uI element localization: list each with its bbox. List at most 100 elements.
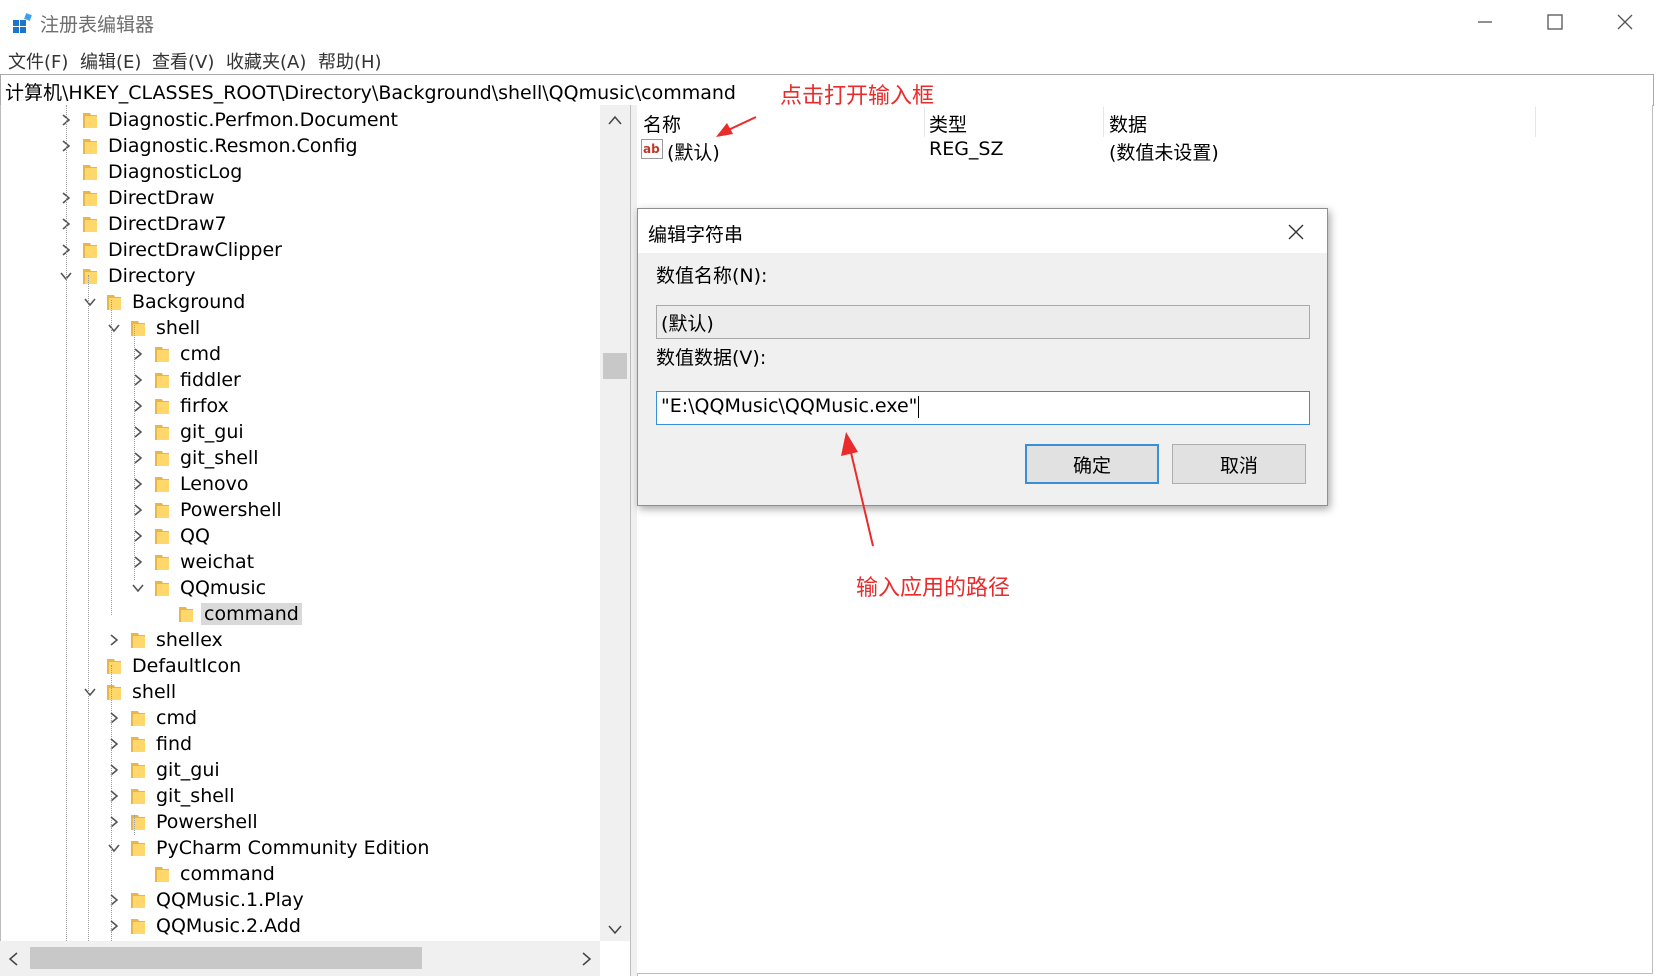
expander[interactable] bbox=[129, 501, 147, 519]
chevron-right-icon[interactable] bbox=[107, 737, 121, 751]
expander[interactable] bbox=[105, 319, 123, 337]
tree-item[interactable]: cmd bbox=[129, 341, 224, 367]
menu-edit[interactable]: 编辑(E) bbox=[80, 48, 141, 74]
tree-item[interactable]: DiagnosticLog bbox=[57, 159, 245, 185]
key-tree[interactable]: Diagnostic.Perfmon.Document Diagnostic.Re… bbox=[0, 105, 631, 976]
chevron-down-icon[interactable] bbox=[107, 841, 121, 855]
chevron-down-icon[interactable] bbox=[107, 321, 121, 335]
menu-help[interactable]: 帮助(H) bbox=[318, 48, 382, 74]
ok-button[interactable]: 确定 bbox=[1025, 444, 1159, 484]
tree-item[interactable]: Background bbox=[81, 289, 248, 315]
close-button[interactable] bbox=[1590, 0, 1660, 44]
expander[interactable] bbox=[105, 709, 123, 727]
tree-item[interactable]: cmd bbox=[105, 705, 200, 731]
tree-item[interactable]: DirectDrawClipper bbox=[57, 237, 285, 263]
expander[interactable] bbox=[129, 345, 147, 363]
chevron-right-icon[interactable] bbox=[107, 815, 121, 829]
expander[interactable] bbox=[129, 449, 147, 467]
chevron-right-icon[interactable] bbox=[107, 711, 121, 725]
tree-vertical-scroll-thumb[interactable] bbox=[603, 353, 627, 379]
menu-view[interactable]: 查看(V) bbox=[152, 48, 214, 74]
scroll-left-icon[interactable] bbox=[8, 952, 18, 966]
expander[interactable] bbox=[81, 683, 99, 701]
tree-item[interactable]: QQMusic.2.Add bbox=[105, 913, 304, 939]
column-header-name[interactable]: 名称 bbox=[643, 110, 681, 137]
cancel-button[interactable]: 取消 bbox=[1172, 444, 1306, 484]
tree-item-label: DiagnosticLog bbox=[108, 161, 243, 183]
tree-item[interactable]: shell bbox=[105, 315, 203, 341]
scroll-down-icon[interactable] bbox=[608, 925, 622, 935]
chevron-down-icon[interactable] bbox=[131, 581, 145, 595]
tree-item[interactable]: Diagnostic.Perfmon.Document bbox=[57, 107, 401, 133]
menu-file[interactable]: 文件(F) bbox=[8, 48, 68, 74]
tree-item[interactable]: QQ bbox=[129, 523, 213, 549]
tree-horizontal-scrollbar[interactable] bbox=[0, 941, 600, 976]
expander[interactable] bbox=[105, 787, 123, 805]
maximize-button[interactable] bbox=[1520, 0, 1590, 44]
chevron-right-icon[interactable] bbox=[107, 763, 121, 777]
tree-item[interactable]: Powershell bbox=[129, 497, 285, 523]
chevron-right-icon[interactable] bbox=[107, 919, 121, 933]
tree-item[interactable]: shell bbox=[81, 679, 179, 705]
dialog-close-button[interactable] bbox=[1283, 219, 1309, 245]
tree-item[interactable]: firfox bbox=[129, 393, 232, 419]
tree-horizontal-scroll-thumb[interactable] bbox=[30, 947, 422, 969]
tree-item[interactable]: Directory bbox=[57, 263, 199, 289]
tree-item[interactable]: command bbox=[153, 601, 302, 627]
expander[interactable] bbox=[105, 631, 123, 649]
column-divider[interactable] bbox=[1103, 107, 1104, 137]
tree-item-label: DirectDraw7 bbox=[108, 213, 227, 235]
scroll-right-icon[interactable] bbox=[582, 952, 592, 966]
tree-item[interactable]: weichat bbox=[129, 549, 257, 575]
value-data-input[interactable]: "E:\QQMusic\QQMusic.exe" bbox=[656, 391, 1310, 425]
expander[interactable] bbox=[105, 891, 123, 909]
expander[interactable] bbox=[129, 423, 147, 441]
tree-vertical-scrollbar[interactable] bbox=[600, 105, 630, 941]
chevron-right-icon[interactable] bbox=[107, 633, 121, 647]
chevron-right-icon[interactable] bbox=[107, 893, 121, 907]
chevron-down-icon[interactable] bbox=[83, 295, 97, 309]
tree-item[interactable]: fiddler bbox=[129, 367, 244, 393]
menu-favorites[interactable]: 收藏夹(A) bbox=[226, 48, 306, 74]
dialog-title-bar: 编辑字符串 bbox=[638, 209, 1327, 253]
expander[interactable] bbox=[129, 553, 147, 571]
expander[interactable] bbox=[129, 579, 147, 597]
chevron-down-icon[interactable] bbox=[83, 685, 97, 699]
tree-item[interactable]: command bbox=[129, 861, 278, 887]
expander[interactable] bbox=[105, 735, 123, 753]
expander[interactable] bbox=[105, 761, 123, 779]
minimize-button[interactable] bbox=[1450, 0, 1520, 44]
tree-item[interactable]: Diagnostic.Resmon.Config bbox=[57, 133, 361, 159]
expander[interactable] bbox=[105, 813, 123, 831]
tree-item[interactable]: QQMusic.1.Play bbox=[105, 887, 307, 913]
expander[interactable] bbox=[129, 527, 147, 545]
tree-item[interactable]: PyCharm Community Edition bbox=[105, 835, 432, 861]
tree-item[interactable]: git_shell bbox=[105, 783, 237, 809]
column-header-data[interactable]: 数据 bbox=[1109, 110, 1147, 137]
expander[interactable] bbox=[105, 917, 123, 935]
folder-icon bbox=[107, 295, 121, 310]
tree-item[interactable]: DirectDraw bbox=[57, 185, 218, 211]
tree-item-label: shellex bbox=[156, 629, 223, 651]
chevron-right-icon[interactable] bbox=[107, 789, 121, 803]
expander[interactable] bbox=[81, 293, 99, 311]
folder-icon bbox=[155, 347, 169, 362]
tree-item[interactable]: git_shell bbox=[129, 445, 261, 471]
column-divider[interactable] bbox=[1535, 107, 1536, 137]
tree-item[interactable]: DirectDraw7 bbox=[57, 211, 230, 237]
column-divider[interactable] bbox=[924, 107, 925, 137]
tree-item[interactable]: DefaultIcon bbox=[81, 653, 244, 679]
tree-item[interactable]: QQmusic bbox=[129, 575, 269, 601]
tree-item[interactable]: find bbox=[105, 731, 195, 757]
tree-item[interactable]: shellex bbox=[105, 627, 226, 653]
column-header-type[interactable]: 类型 bbox=[929, 110, 967, 137]
expander[interactable] bbox=[129, 371, 147, 389]
tree-item[interactable]: git_gui bbox=[129, 419, 247, 445]
tree-item[interactable]: Lenovo bbox=[129, 471, 251, 497]
expander[interactable] bbox=[129, 397, 147, 415]
tree-item[interactable]: git_gui bbox=[105, 757, 223, 783]
expander[interactable] bbox=[129, 475, 147, 493]
scroll-up-icon[interactable] bbox=[608, 115, 622, 125]
expander[interactable] bbox=[105, 839, 123, 857]
tree-item[interactable]: Powershell bbox=[105, 809, 261, 835]
